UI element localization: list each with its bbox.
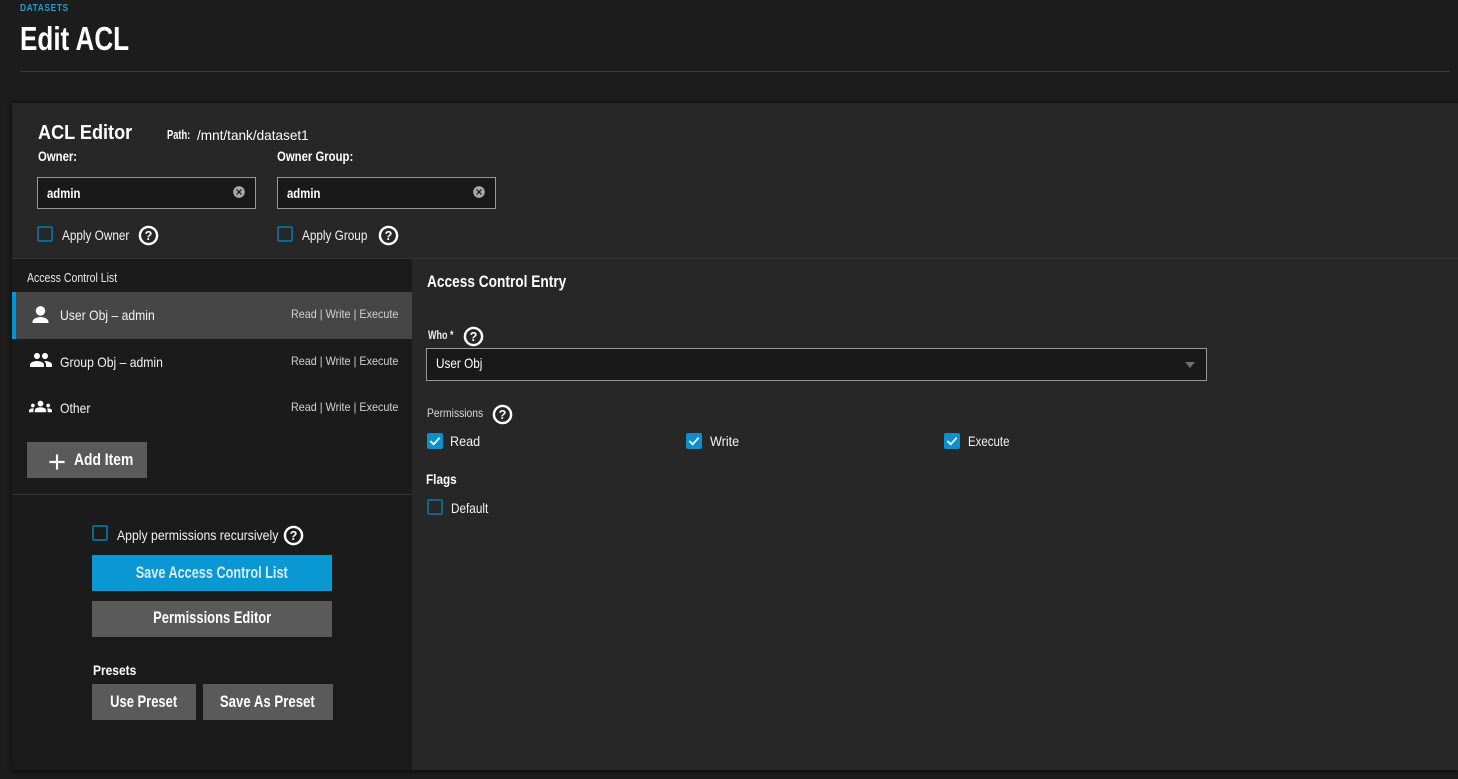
svg-text:?: ? [470,329,478,343]
svg-text:?: ? [289,528,297,542]
svg-text:?: ? [385,228,393,242]
svg-text:?: ? [145,228,153,242]
svg-text:?: ? [499,408,507,422]
